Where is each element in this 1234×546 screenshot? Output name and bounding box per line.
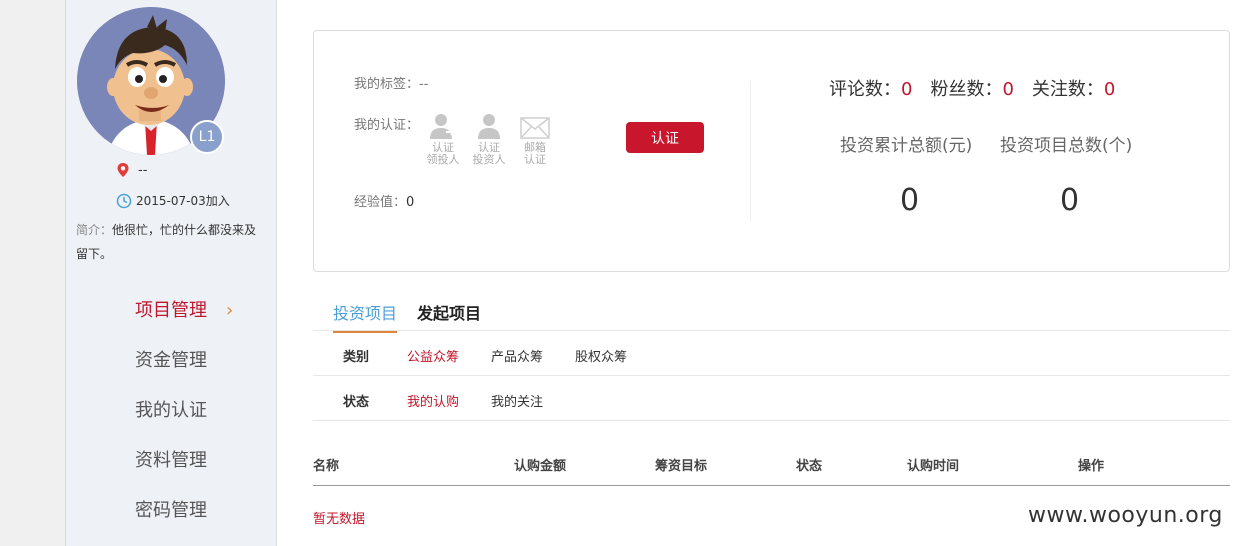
column-actions: 操作	[1078, 459, 1105, 474]
stats-row: 评论数：0 粉丝数：0 关注数：0	[829, 75, 1115, 101]
bio-label: 简介：	[76, 223, 113, 237]
sidebar-item-my-certification[interactable]: 我的认证	[66, 390, 277, 440]
column-subscribe-time: 认购时间	[907, 459, 960, 474]
table-header: 名称 认购金额 筹资目标 状态 认购时间 操作	[313, 452, 1230, 486]
sidebar-item-fund-management[interactable]: 资金管理	[66, 340, 277, 390]
column-subscribe-amount: 认购金额	[514, 459, 567, 474]
watermark: www.wooyun.org	[1028, 503, 1223, 528]
tag-value: --	[419, 77, 429, 92]
filter-public-welfare[interactable]: 公益众筹	[407, 346, 459, 365]
clock-icon	[116, 193, 132, 208]
sidebar-item-label: 资金管理	[135, 350, 207, 371]
sidebar-item-profile-management[interactable]: 资料管理	[66, 440, 277, 490]
sidebar-nav: 项目管理 › 资金管理 我的认证 资料管理 密码管理	[66, 290, 277, 540]
location-text: --	[138, 162, 148, 178]
cert-investor[interactable]: 认证 投资人	[470, 111, 508, 166]
total-count-label: 投资项目总数(个)	[1000, 136, 1133, 156]
sidebar-item-password-management[interactable]: 密码管理	[66, 490, 277, 540]
exp-value: 0	[406, 195, 415, 210]
stat-value: 0	[1002, 79, 1014, 100]
exp-label: 经验值：	[354, 195, 407, 210]
sidebar: L1 -- 2015-07-03加入 简介：他很忙，忙的什么都没来及留下。 项目…	[66, 0, 277, 546]
follow-count[interactable]: 关注数：0	[1032, 75, 1115, 101]
left-gutter	[0, 0, 66, 546]
cert-icons: 认证 领投人 认证 投资人 邮箱 认证	[424, 111, 554, 166]
bio: 简介：他很忙，忙的什么都没来及留下。	[76, 218, 268, 266]
exp-row: 经验值：0	[354, 191, 414, 210]
stat-label: 粉丝数：	[930, 79, 1003, 100]
column-funding-goal: 筹资目标	[655, 459, 708, 474]
location-pin-icon	[117, 163, 129, 177]
level-badge: L1	[190, 120, 224, 154]
cert-email[interactable]: 邮箱 认证	[516, 111, 554, 166]
tab-launched-projects[interactable]: 发起项目	[417, 300, 481, 324]
status-filter-row: 状态 我的认购 我的关注	[313, 376, 1230, 421]
cert-item-line2: 投资人	[472, 153, 506, 166]
stat-label: 评论数：	[829, 79, 901, 100]
stat-label: 关注数：	[1031, 79, 1104, 100]
total-count-value: 0	[1060, 183, 1080, 218]
stat-value: 0	[1103, 79, 1116, 100]
tag-label: 我的标签：	[354, 77, 420, 92]
person-icon	[478, 114, 500, 139]
total-amount-label: 投资累计总额(元)	[840, 136, 973, 156]
verify-button[interactable]: 认证	[626, 122, 704, 153]
cert-item-line2: 认证	[524, 153, 546, 166]
sidebar-item-label: 我的认证	[135, 400, 207, 421]
sidebar-item-label: 密码管理	[135, 500, 207, 521]
total-amount-value: 0	[900, 183, 920, 218]
location-row: --	[116, 162, 147, 178]
tab-invested-projects[interactable]: 投资项目	[333, 300, 398, 333]
stat-value: 0	[901, 79, 913, 100]
status-label: 状态	[343, 395, 370, 410]
filter-product[interactable]: 产品众筹	[491, 346, 543, 365]
sidebar-item-project-management[interactable]: 项目管理 ›	[66, 290, 277, 340]
cert-item-line2: 领投人	[426, 153, 460, 166]
cert-label: 我的认证：	[354, 118, 420, 133]
tag-row: 我的标签：--	[354, 73, 428, 92]
join-date: 2015-07-03加入	[136, 194, 230, 208]
divider	[750, 81, 751, 221]
project-tabs: 投资项目 发起项目	[313, 296, 1230, 333]
profile-card: 我的标签：-- 我的认证： 认证 领投人 认证 投资人 邮箱 认证 经验值：0 …	[313, 30, 1230, 272]
sidebar-item-label: 项目管理	[135, 300, 207, 321]
filter-my-subscription[interactable]: 我的认购	[407, 391, 459, 410]
category-label: 类别	[343, 350, 370, 365]
mail-icon	[520, 117, 550, 139]
category-filter-row: 类别 公益众筹 产品众筹 股权众筹	[313, 331, 1230, 376]
filter-my-following[interactable]: 我的关注	[491, 391, 543, 410]
filter-equity[interactable]: 股权众筹	[575, 346, 627, 365]
chevron-right-icon: ›	[226, 300, 234, 321]
cert-lead-investor[interactable]: 认证 领投人	[424, 111, 462, 166]
person-arrow-icon	[430, 114, 456, 139]
fans-count[interactable]: 粉丝数：0	[930, 75, 1013, 101]
empty-message: 暂无数据	[313, 512, 366, 527]
comment-count[interactable]: 评论数：0	[829, 75, 912, 101]
column-name: 名称	[313, 459, 340, 474]
column-status: 状态	[796, 459, 823, 474]
join-date-row: 2015-07-03加入	[116, 192, 230, 209]
sidebar-item-label: 资料管理	[135, 450, 207, 471]
